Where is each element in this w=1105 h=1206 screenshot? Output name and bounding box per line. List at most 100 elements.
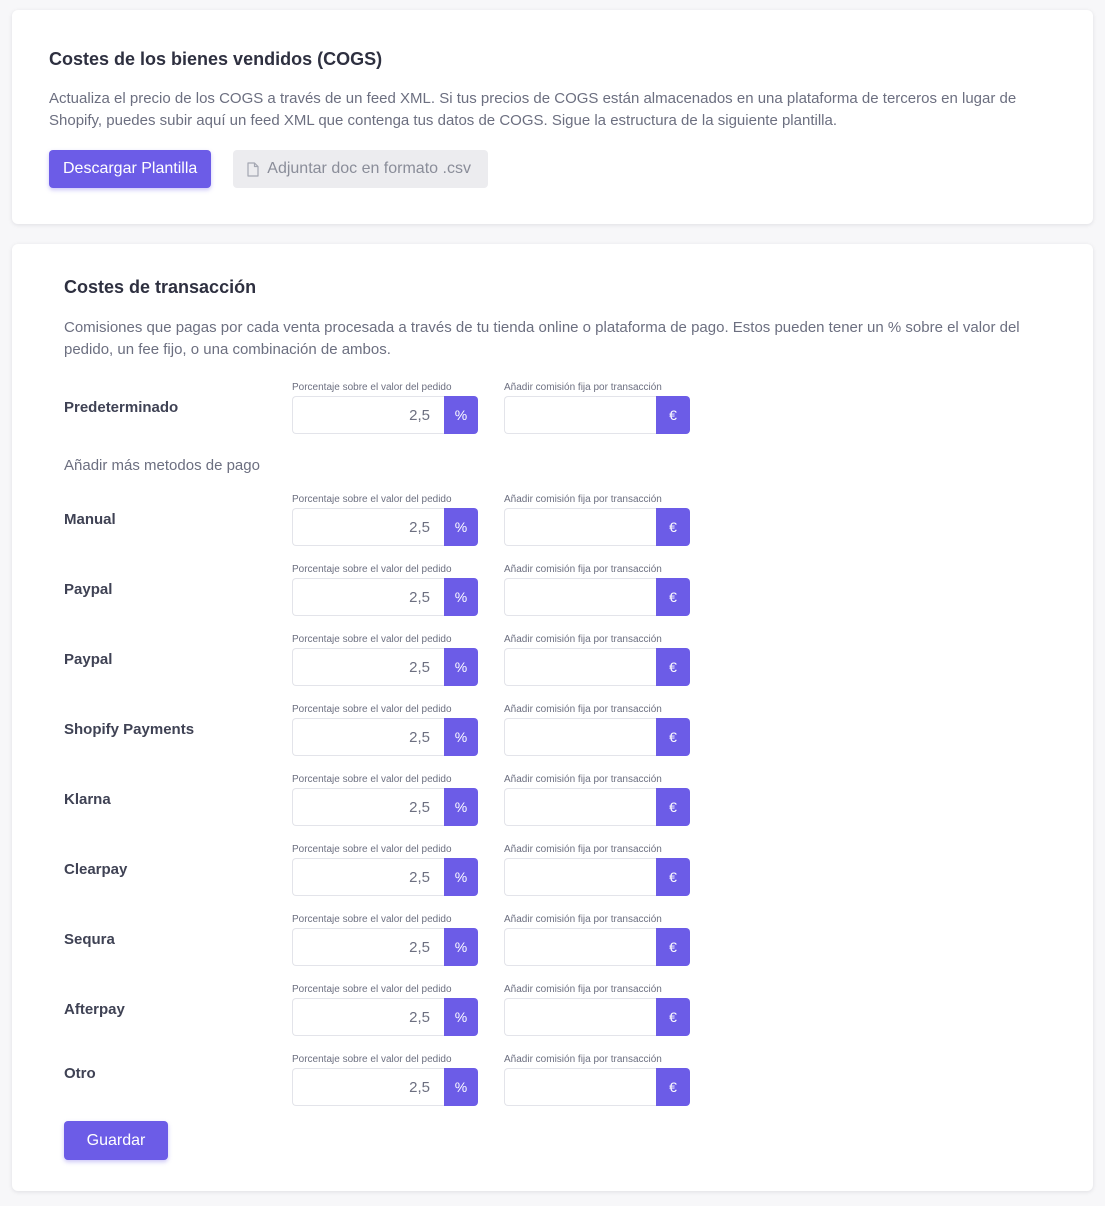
percent-field: Porcentaje sobre el valor del pedido % <box>292 564 478 616</box>
fee-input-group: € <box>504 718 690 756</box>
fee-input[interactable] <box>504 648 656 686</box>
method-row: Afterpay Porcentaje sobre el valor del p… <box>64 984 764 1036</box>
transaction-title: Costes de transacción <box>64 277 257 297</box>
percent-input[interactable] <box>292 928 444 966</box>
save-button[interactable]: Guardar <box>64 1121 168 1160</box>
fee-input[interactable] <box>504 718 656 756</box>
fee-input[interactable] <box>504 858 656 896</box>
cogs-card: Costes de los bienes vendidos (COGS) Act… <box>12 10 1093 224</box>
fee-input-group: € <box>504 648 690 686</box>
currency-addon: € <box>656 578 690 616</box>
method-row: Shopify Payments Porcentaje sobre el val… <box>64 704 764 756</box>
transaction-description: Comisiones que pagas por cada venta proc… <box>64 319 1020 358</box>
currency-addon: € <box>656 1068 690 1106</box>
method-name: Manual <box>64 511 116 528</box>
fee-field: Añadir comisión fija por transacción € <box>504 382 690 434</box>
percent-field: Porcentaje sobre el valor del pedido % <box>292 494 478 546</box>
method-name: Otro <box>64 1065 96 1082</box>
attach-csv-button[interactable]: Adjuntar doc en formato .csv <box>233 150 488 188</box>
fee-field-label: Añadir comisión fija por transacción <box>504 844 662 855</box>
fee-input[interactable] <box>504 508 656 546</box>
percent-input-group: % <box>292 718 478 756</box>
fee-field: Añadir comisión fija por transacción € <box>504 564 690 616</box>
percent-input[interactable] <box>292 578 444 616</box>
percent-field-label: Porcentaje sobre el valor del pedido <box>292 382 452 393</box>
percent-field-label: Porcentaje sobre el valor del pedido <box>292 984 452 995</box>
percent-input-group: % <box>292 1068 478 1106</box>
file-icon <box>247 161 259 177</box>
percent-field: Porcentaje sobre el valor del pedido % <box>292 914 478 966</box>
percent-field-label: Porcentaje sobre el valor del pedido <box>292 494 452 505</box>
percent-field: Porcentaje sobre el valor del pedido % <box>292 704 478 756</box>
fee-input[interactable] <box>504 1068 656 1106</box>
fee-input-group: € <box>504 928 690 966</box>
fee-field: Añadir comisión fija por transacción € <box>504 914 690 966</box>
cogs-title: Costes de los bienes vendidos (COGS) <box>49 49 383 69</box>
percent-input-group: % <box>292 508 478 546</box>
fee-field-label: Añadir comisión fija por transacción <box>504 984 662 995</box>
percent-addon: % <box>444 508 478 546</box>
percent-field: Porcentaje sobre el valor del pedido % <box>292 1054 478 1106</box>
fee-field-label: Añadir comisión fija por transacción <box>504 382 662 393</box>
percent-input[interactable] <box>292 998 444 1036</box>
currency-addon: € <box>656 858 690 896</box>
fee-input[interactable] <box>504 998 656 1036</box>
fee-field-label: Añadir comisión fija por transacción <box>504 564 662 575</box>
percent-addon: % <box>444 998 478 1036</box>
fee-input[interactable] <box>504 928 656 966</box>
fee-field: Añadir comisión fija por transacción € <box>504 494 690 546</box>
method-name: Shopify Payments <box>64 721 195 738</box>
fee-input[interactable] <box>504 788 656 826</box>
default-method-row: Predeterminado Porcentaje sobre el valor… <box>64 382 764 434</box>
percent-field: Porcentaje sobre el valor del pedido % <box>292 774 478 826</box>
fee-field: Añadir comisión fija por transacción € <box>504 844 690 896</box>
fee-input-group: € <box>504 396 690 434</box>
percent-input-group: % <box>292 928 478 966</box>
method-row: Otro Porcentaje sobre el valor del pedid… <box>64 1054 764 1106</box>
fee-field: Añadir comisión fija por transacción € <box>504 704 690 756</box>
percent-addon: % <box>444 858 478 896</box>
percent-field-label: Porcentaje sobre el valor del pedido <box>292 914 452 925</box>
currency-addon: € <box>656 396 690 434</box>
percent-input[interactable] <box>292 858 444 896</box>
percent-input[interactable] <box>292 396 444 434</box>
percent-field: Porcentaje sobre el valor del pedido % <box>292 844 478 896</box>
transaction-costs-card: Costes de transacción Comisiones que pag… <box>12 244 1093 1191</box>
method-name: Klarna <box>64 791 111 808</box>
percent-addon: % <box>444 648 478 686</box>
fee-field-label: Añadir comisión fija por transacción <box>504 494 662 505</box>
percent-input-group: % <box>292 578 478 616</box>
method-name: Sequra <box>64 931 115 948</box>
fee-input[interactable] <box>504 578 656 616</box>
method-name: Clearpay <box>64 861 128 878</box>
currency-addon: € <box>656 718 690 756</box>
download-template-button[interactable]: Descargar Plantilla <box>49 150 212 188</box>
percent-field-label: Porcentaje sobre el valor del pedido <box>292 564 452 575</box>
percent-input[interactable] <box>292 718 444 756</box>
percent-addon: % <box>444 1068 478 1106</box>
percent-field-label: Porcentaje sobre el valor del pedido <box>292 704 452 715</box>
percent-input[interactable] <box>292 648 444 686</box>
fee-field-label: Añadir comisión fija por transacción <box>504 634 662 645</box>
currency-addon: € <box>656 928 690 966</box>
percent-addon: % <box>444 578 478 616</box>
fee-input-group: € <box>504 578 690 616</box>
percent-field-label: Porcentaje sobre el valor del pedido <box>292 1054 452 1065</box>
percent-input[interactable] <box>292 1068 444 1106</box>
percent-field-label: Porcentaje sobre el valor del pedido <box>292 634 452 645</box>
cogs-actions: Descargar Plantilla Adjuntar doc en form… <box>49 150 1056 188</box>
percent-input-group: % <box>292 858 478 896</box>
fee-field-label: Añadir comisión fija por transacción <box>504 704 662 715</box>
percent-input-group: % <box>292 998 478 1036</box>
currency-addon: € <box>656 998 690 1036</box>
percent-field: Porcentaje sobre el valor del pedido % <box>292 984 478 1036</box>
add-more-methods-label: Añadir más metodos de pago <box>64 457 260 474</box>
method-row: Sequra Porcentaje sobre el valor del ped… <box>64 914 764 966</box>
method-row: Klarna Porcentaje sobre el valor del ped… <box>64 774 764 826</box>
percent-input[interactable] <box>292 788 444 826</box>
percent-addon: % <box>444 788 478 826</box>
fee-input[interactable] <box>504 396 656 434</box>
method-name: Afterpay <box>64 1001 125 1018</box>
attach-csv-label: Adjuntar doc en formato .csv <box>267 160 471 177</box>
percent-input[interactable] <box>292 508 444 546</box>
